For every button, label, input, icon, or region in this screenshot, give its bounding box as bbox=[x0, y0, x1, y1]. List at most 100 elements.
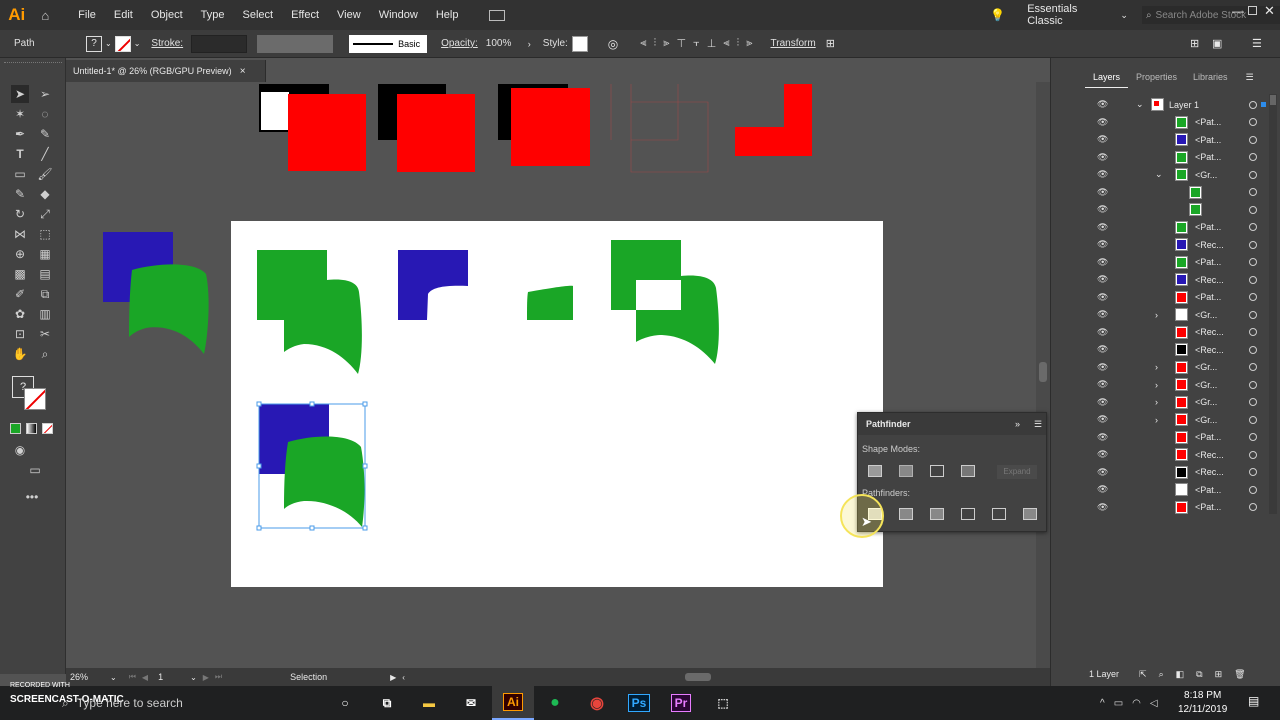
trim-button[interactable] bbox=[899, 508, 913, 520]
mesh-tool-icon[interactable]: ▩ bbox=[11, 265, 29, 283]
red-square-3[interactable] bbox=[511, 88, 590, 166]
chevron-down-icon[interactable]: ⌄ bbox=[190, 673, 197, 682]
shape-builder-tool-icon[interactable]: ⊕ bbox=[11, 245, 29, 263]
layer-item-name[interactable]: <Gr... bbox=[1195, 380, 1217, 390]
eye-icon[interactable]: 👁 bbox=[1097, 414, 1108, 425]
tab-libraries[interactable]: Libraries bbox=[1185, 72, 1236, 88]
lasso-tool-icon[interactable]: ◌ bbox=[36, 105, 54, 123]
recolor-artwork-icon[interactable]: ◎ bbox=[608, 37, 618, 51]
layer-item[interactable]: 👁 <Rec... bbox=[1091, 271, 1277, 289]
maximize-button[interactable] bbox=[1248, 6, 1257, 15]
document-tab[interactable]: Untitled-1* @ 26% (RGB/GPU Preview) × bbox=[66, 60, 266, 82]
snipping-tool-icon[interactable]: ⬚ bbox=[702, 686, 744, 720]
layer-item-name[interactable]: <Pat... bbox=[1195, 502, 1221, 512]
layer-item[interactable]: 👁 <Pat... bbox=[1091, 149, 1277, 167]
close-tab-icon[interactable]: × bbox=[240, 66, 246, 77]
eye-icon[interactable]: 👁 bbox=[1097, 292, 1108, 303]
outline-shape[interactable] bbox=[610, 84, 709, 173]
stroke-swatch[interactable] bbox=[114, 35, 131, 52]
new-sublayer-icon[interactable]: ⧉ bbox=[1196, 669, 1202, 680]
layer-item-name[interactable]: <Gr... bbox=[1195, 397, 1217, 407]
eye-icon[interactable]: 👁 bbox=[1097, 99, 1108, 110]
red-square-1[interactable] bbox=[288, 94, 366, 171]
workspace-switcher[interactable]: Essentials Classic ⌄ bbox=[1027, 3, 1128, 27]
search-field[interactable]: ⌕ Search Adobe Stock bbox=[1141, 6, 1280, 24]
menu-effect[interactable]: Effect bbox=[282, 0, 328, 30]
rotate-tool-icon[interactable]: ↻ bbox=[11, 205, 29, 223]
layer-item-name[interactable]: <Gr... bbox=[1195, 415, 1217, 425]
layer-item[interactable]: 👁 › <Gr... bbox=[1091, 376, 1277, 394]
cortana-icon[interactable]: ○ bbox=[324, 686, 366, 720]
layer-item[interactable]: 👁 <Rec... bbox=[1091, 446, 1277, 464]
eye-icon[interactable]: 👁 bbox=[1097, 257, 1108, 268]
screen-mode-icon[interactable]: ▭ bbox=[26, 461, 44, 479]
gradient-button[interactable] bbox=[26, 423, 37, 434]
isolate-icon[interactable]: ⊞ bbox=[826, 37, 835, 50]
hand-tool-icon[interactable]: ✋ bbox=[11, 345, 29, 363]
panel-menu-icon[interactable]: ☰ bbox=[1246, 72, 1254, 88]
previous-artboard-icon[interactable]: ◀ bbox=[142, 673, 148, 682]
battery-icon[interactable]: ▭ bbox=[1114, 698, 1123, 709]
collapse-panel-icon[interactable]: » bbox=[1015, 419, 1020, 429]
target-icon[interactable] bbox=[1249, 275, 1257, 284]
target-icon[interactable] bbox=[1249, 398, 1257, 407]
export-layer-icon[interactable]: ⇱ bbox=[1139, 669, 1147, 680]
distribute-center-icon[interactable]: ⫶ bbox=[737, 37, 740, 50]
align-left-icon[interactable]: ⫷ bbox=[640, 37, 646, 50]
menu-type[interactable]: Type bbox=[192, 0, 234, 30]
chrome-icon[interactable]: ◉ bbox=[576, 686, 618, 720]
panel-menu-icon[interactable]: ☰ bbox=[1252, 37, 1262, 50]
shaper-tool-icon[interactable]: ✎ bbox=[11, 185, 29, 203]
toolbar-grip[interactable] bbox=[4, 62, 62, 66]
target-icon[interactable] bbox=[1249, 310, 1257, 319]
layer-item[interactable]: 👁 › <Gr... bbox=[1091, 306, 1277, 324]
gradient-tool-icon[interactable]: ▤ bbox=[36, 265, 54, 283]
layer-item-name[interactable]: <Pat... bbox=[1195, 485, 1221, 495]
layer-item-name[interactable]: <Rec... bbox=[1195, 450, 1224, 460]
menu-edit[interactable]: Edit bbox=[105, 0, 142, 30]
magic-wand-tool-icon[interactable]: ✶ bbox=[11, 105, 29, 123]
clipping-mask-icon[interactable]: ◧ bbox=[1176, 669, 1185, 680]
align-bottom-icon[interactable]: ⊥ bbox=[707, 37, 717, 50]
eye-icon[interactable]: 👁 bbox=[1097, 449, 1108, 460]
tab-properties[interactable]: Properties bbox=[1128, 72, 1185, 88]
eye-icon[interactable]: 👁 bbox=[1097, 204, 1108, 215]
layer-item-name[interactable]: <Gr... bbox=[1195, 310, 1217, 320]
menu-window[interactable]: Window bbox=[370, 0, 427, 30]
target-icon[interactable] bbox=[1249, 450, 1257, 459]
target-icon[interactable] bbox=[1249, 170, 1257, 179]
outline-button[interactable] bbox=[992, 508, 1006, 520]
layer-item[interactable]: 👁 <Pat... bbox=[1091, 254, 1277, 272]
layer-item[interactable]: 👁 › <Gr... bbox=[1091, 359, 1277, 377]
chevron-down-icon[interactable]: ⌄ bbox=[134, 39, 141, 48]
align-center-icon[interactable]: ⫶ bbox=[654, 37, 657, 50]
white-square-1[interactable] bbox=[261, 92, 289, 130]
target-icon[interactable] bbox=[1249, 153, 1257, 162]
illustrator-taskbar-icon[interactable]: Ai bbox=[492, 686, 534, 720]
chevron-right-icon[interactable]: › bbox=[1155, 362, 1158, 372]
symbol-sprayer-tool-icon[interactable]: ✿ bbox=[11, 305, 29, 323]
minimize-button[interactable]: — bbox=[1232, 4, 1244, 18]
layer-item-name[interactable]: <Pat... bbox=[1195, 292, 1221, 302]
distribute-right-icon[interactable]: ⫸ bbox=[746, 37, 752, 50]
lightbulb-icon[interactable]: 💡 bbox=[990, 8, 1005, 22]
exclude-button[interactable] bbox=[961, 465, 975, 477]
chevron-right-icon[interactable]: › bbox=[528, 39, 531, 49]
layer-item-name[interactable]: <Gr... bbox=[1195, 362, 1217, 372]
layer-item[interactable]: 👁 <Pat... bbox=[1091, 114, 1277, 132]
layer-item[interactable]: 👁 <Pat... bbox=[1091, 499, 1277, 517]
layer-item-name[interactable]: <Pat... bbox=[1195, 117, 1221, 127]
slice-tool-icon[interactable]: ✂ bbox=[36, 325, 54, 343]
chevron-right-icon[interactable]: › bbox=[1155, 415, 1158, 425]
paintbrush-tool-icon[interactable]: 🖌 bbox=[36, 165, 54, 183]
menu-file[interactable]: File bbox=[69, 0, 105, 30]
layer-item-name[interactable]: <Rec... bbox=[1195, 240, 1224, 250]
brush-definition[interactable]: Basic bbox=[349, 34, 428, 53]
align-icons[interactable]: ⫷ ⫶ ⫸ ⊤ ⫟ ⊥ ⫷ ⫶ ⫸ bbox=[640, 37, 752, 50]
style-swatch[interactable] bbox=[571, 35, 588, 52]
chevron-down-icon[interactable]: ⌄ bbox=[110, 673, 117, 682]
eye-icon[interactable]: 👁 bbox=[1097, 362, 1108, 373]
opacity-label[interactable]: Opacity: bbox=[441, 38, 478, 49]
eye-icon[interactable]: 👁 bbox=[1097, 327, 1108, 338]
opacity-value[interactable]: 100% bbox=[486, 38, 518, 49]
